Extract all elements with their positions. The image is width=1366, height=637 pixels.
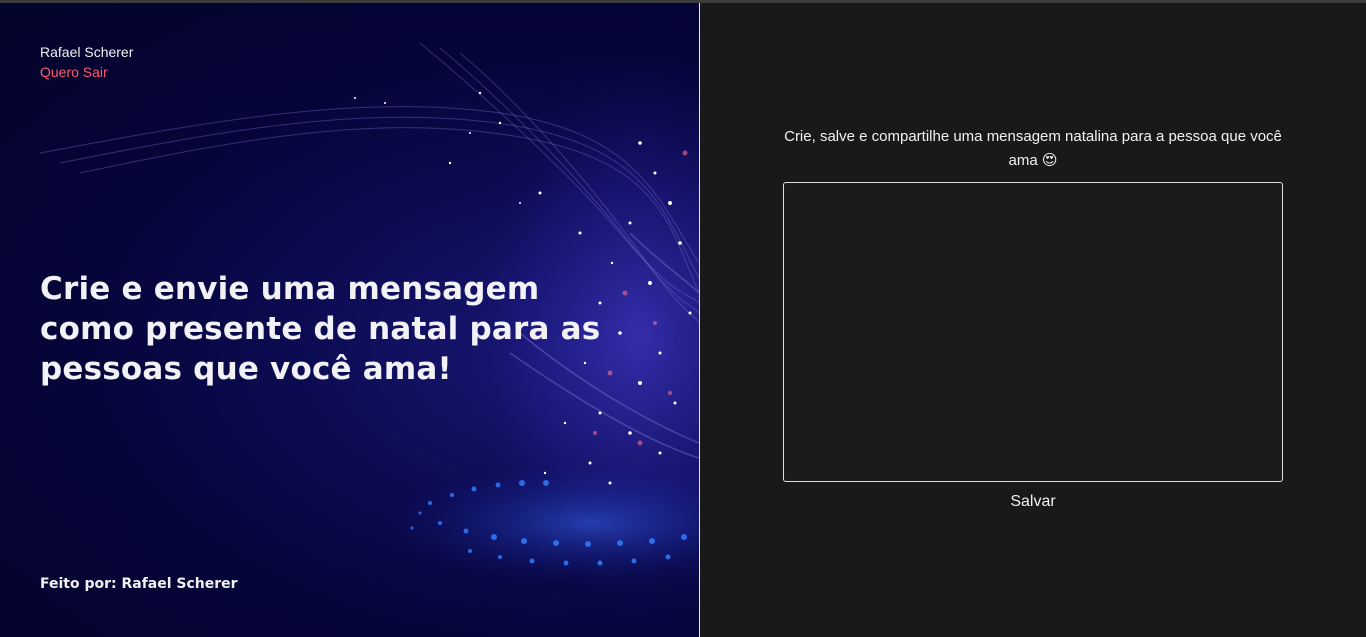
hero-panel: Rafael Scherer Quero Sair Crie e envie u… — [0, 3, 699, 637]
instruction-label: Crie, salve e compartilhe uma mensagem n… — [784, 128, 1282, 169]
message-textarea[interactable] — [783, 182, 1283, 482]
editor-panel: Crie, salve e compartilhe uma mensagem n… — [700, 3, 1366, 637]
user-name: Rafael Scherer — [40, 44, 134, 60]
save-button[interactable]: Salvar — [783, 490, 1283, 514]
instruction-text: Crie, salve e compartilhe uma mensagem n… — [783, 125, 1283, 173]
logout-link[interactable]: Quero Sair — [40, 64, 108, 80]
footer-credit: Feito por: Rafael Scherer — [40, 576, 238, 592]
hero-title: Crie e envie uma mensagem como presente … — [40, 271, 601, 387]
heart-eyes-emoji-icon: 😍 — [1041, 152, 1058, 169]
